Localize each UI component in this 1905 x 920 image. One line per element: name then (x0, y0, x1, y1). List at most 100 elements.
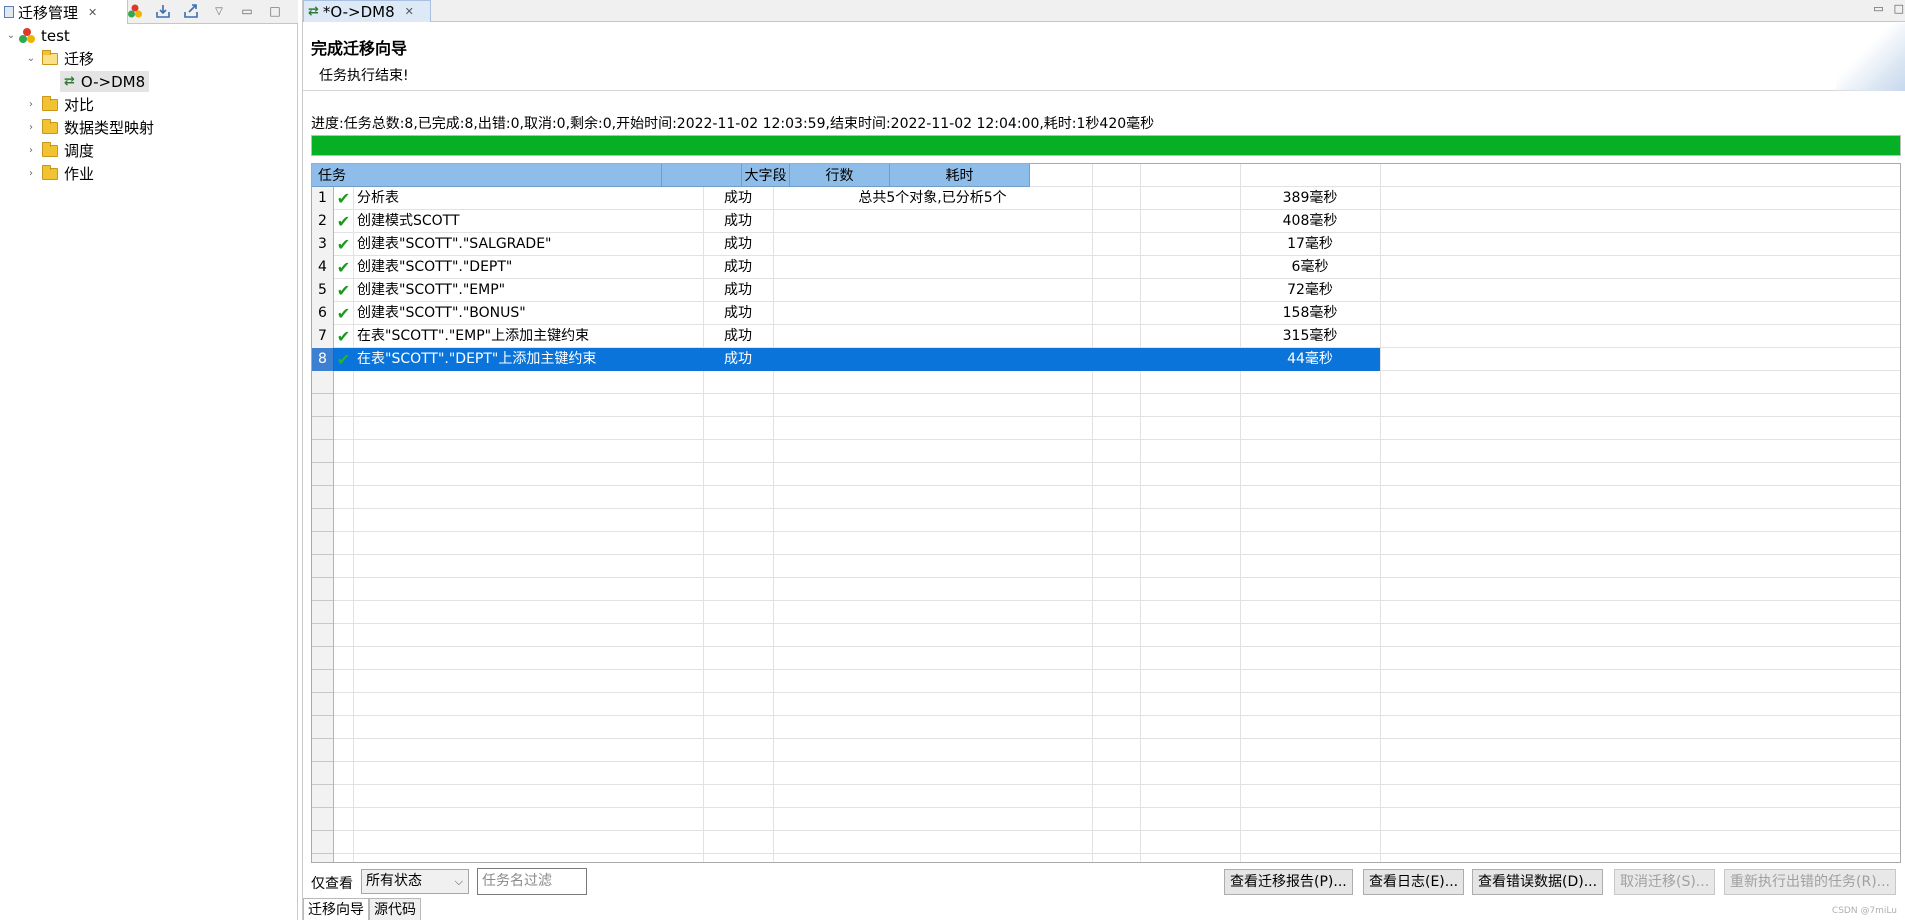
cell-status: 成功 (724, 328, 752, 344)
cell-time: 17毫秒 (1287, 236, 1333, 252)
chevron-down-icon[interactable]: ⌄ (4, 30, 18, 41)
cell-lob (1092, 325, 1140, 348)
chevron-right-icon[interactable]: › (24, 145, 38, 156)
column-header-rows[interactable]: 行数 (790, 164, 890, 187)
close-icon[interactable]: ✕ (405, 5, 414, 18)
cell-lob (1092, 256, 1140, 279)
tab-migration-manager[interactable]: 迁移管理 ✕ (0, 0, 128, 24)
cell-task: 创建模式SCOTT (357, 213, 460, 229)
progress-bar (311, 135, 1901, 156)
cell-rows (1140, 256, 1240, 279)
editor-tabbar: ⇄ *O->DM8 ✕ ▭ □ (303, 0, 1905, 22)
cell-lob (1092, 187, 1140, 210)
folder-icon (42, 118, 58, 134)
editor-window-buttons: ▭ □ (1873, 2, 1904, 15)
progress-summary: 进度:任务总数:8,已完成:8,出错:0,取消:0,剩余:0,开始时间:2022… (311, 116, 1155, 132)
tree-label: 数据类型映射 (64, 119, 155, 137)
tree-item-migration[interactable]: ⌄ 迁移 (0, 47, 298, 70)
chevron-right-icon[interactable]: › (24, 99, 38, 110)
task-name-filter-input[interactable]: 任务名过滤 (477, 868, 587, 895)
tree-item-job[interactable]: › 作业 (0, 162, 298, 185)
cell-message (773, 302, 1092, 325)
chevron-right-icon[interactable]: › (24, 122, 38, 133)
cell-task: 分析表 (357, 190, 399, 206)
tree-item-type-mapping[interactable]: › 数据类型映射 (0, 116, 298, 139)
row-number: 6 (312, 302, 334, 325)
migration-editor: ⇄ *O->DM8 ✕ ▭ □ 完成迁移向导 任务执行结束! 进度:任务总数:8… (302, 0, 1905, 920)
cell-time: 6毫秒 (1291, 259, 1329, 275)
cell-rows (1140, 210, 1240, 233)
row-number: 2 (312, 210, 334, 233)
status-filter-select[interactable]: 所有状态 ⌵ (361, 869, 469, 894)
minimize-icon[interactable]: ▭ (1873, 2, 1883, 15)
cell-status: 成功 (724, 213, 752, 229)
tree-item-compare[interactable]: › 对比 (0, 93, 298, 116)
cell-time: 408毫秒 (1282, 213, 1338, 229)
cell-time: 44毫秒 (1287, 351, 1333, 367)
tree-label: 作业 (64, 165, 95, 183)
row-number: 4 (312, 256, 334, 279)
tab-migration-wizard[interactable]: 迁移向导 (303, 898, 369, 920)
column-header-lob[interactable]: 大字段 (742, 164, 790, 187)
folder-open-icon (42, 49, 58, 65)
view-log-button[interactable]: 查看日志(E)... (1363, 869, 1465, 895)
cell-task: 在表"SCOTT"."EMP"上添加主键约束 (357, 328, 590, 344)
transfer-icon: ⇄ (308, 4, 319, 19)
new-project-icon[interactable] (126, 2, 144, 20)
tab-source-code[interactable]: 源代码 (369, 898, 421, 920)
filter-action-bar: 仅查看 所有状态 ⌵ 任务名过滤 查看迁移报告(P)... 查看日志(E)...… (303, 865, 1905, 897)
column-header-time[interactable]: 耗时 (890, 164, 1030, 187)
rerun-failed-tasks-button[interactable]: 重新执行出错的任务(R)... (1724, 869, 1897, 895)
minimize-icon[interactable]: ▭ (238, 2, 256, 20)
success-check-icon: ✔ (336, 327, 351, 346)
maximize-icon[interactable]: □ (1894, 2, 1904, 15)
tree-label: O->DM8 (80, 72, 146, 91)
table-row[interactable]: 7 ✔ 在表"SCOTT"."EMP"上添加主键约束 成功 315毫秒 (312, 325, 1380, 348)
table-row[interactable]: 4 ✔ 创建表"SCOTT"."DEPT" 成功 6毫秒 (312, 256, 1380, 279)
tree-label: 对比 (64, 96, 95, 114)
folder-icon (42, 164, 58, 180)
close-icon[interactable]: ✕ (88, 6, 97, 19)
success-check-icon: ✔ (336, 350, 351, 369)
cancel-migration-button[interactable]: 取消迁移(S)... (1614, 869, 1716, 895)
table-row[interactable]: 1 ✔ 分析表 成功 总共5个对象,已分析5个 389毫秒 (312, 187, 1380, 210)
cell-lob (1092, 210, 1140, 233)
table-body: 1 ✔ 分析表 成功 总共5个对象,已分析5个 389毫秒 2 ✔ 创建模式SCOTT 成功 408… (312, 187, 1380, 371)
table-row[interactable]: 3 ✔ 创建表"SCOTT"."SALGRADE" 成功 17毫秒 (312, 233, 1380, 256)
cell-message (773, 233, 1092, 256)
cell-status: 成功 (724, 305, 752, 321)
view-error-data-button[interactable]: 查看错误数据(D)... (1472, 869, 1604, 895)
cell-lob (1092, 348, 1140, 371)
view-menu-icon[interactable]: ▽ (210, 2, 228, 20)
cell-status: 成功 (724, 351, 752, 367)
import-icon[interactable] (154, 2, 172, 20)
cell-status: 成功 (724, 259, 752, 275)
column-header-task[interactable]: 任务 (312, 164, 662, 187)
tree-item-schedule[interactable]: › 调度 (0, 139, 298, 162)
tree-label: 迁移 (64, 50, 95, 68)
export-icon[interactable] (182, 2, 200, 20)
tab-o-dm8[interactable]: ⇄ *O->DM8 ✕ (303, 0, 431, 22)
panel-toolbar: ▽ ▭ □ (126, 2, 284, 20)
tree-item-o-dm8[interactable]: ⇄ O->DM8 (0, 70, 298, 93)
folder-icon (42, 95, 58, 111)
tab-label: 迁移管理 (18, 3, 79, 22)
tree-item-test[interactable]: ⌄ test (0, 24, 298, 47)
table-row[interactable]: 5 ✔ 创建表"SCOTT"."EMP" 成功 72毫秒 (312, 279, 1380, 302)
table-row[interactable]: 6 ✔ 创建表"SCOTT"."BONUS" 成功 158毫秒 (312, 302, 1380, 325)
cell-task: 在表"SCOTT"."DEPT"上添加主键约束 (357, 351, 597, 367)
chevron-down-icon[interactable]: ⌄ (24, 53, 38, 64)
row-number: 1 (312, 187, 334, 210)
maximize-icon[interactable]: □ (266, 2, 284, 20)
view-report-button[interactable]: 查看迁移报告(P)... (1224, 869, 1353, 895)
table-row[interactable]: 2 ✔ 创建模式SCOTT 成功 408毫秒 (312, 210, 1380, 233)
cell-rows (1140, 279, 1240, 302)
wizard-title: 完成迁移向导 (311, 39, 408, 58)
cell-message (773, 279, 1092, 302)
selected-tree-item[interactable]: ⇄ O->DM8 (60, 71, 150, 92)
chevron-right-icon[interactable]: › (24, 168, 38, 179)
cell-task: 创建表"SCOTT"."BONUS" (357, 305, 526, 321)
migration-manager-panel: 迁移管理 ✕ ▽ ▭ □ ⌄ test ⌄ 迁移 ⇄ O->DM8 › 对比 ›… (0, 0, 298, 920)
table-row[interactable]: 8 ✔ 在表"SCOTT"."DEPT"上添加主键约束 成功 44毫秒 (312, 348, 1380, 371)
success-check-icon: ✔ (336, 304, 351, 323)
